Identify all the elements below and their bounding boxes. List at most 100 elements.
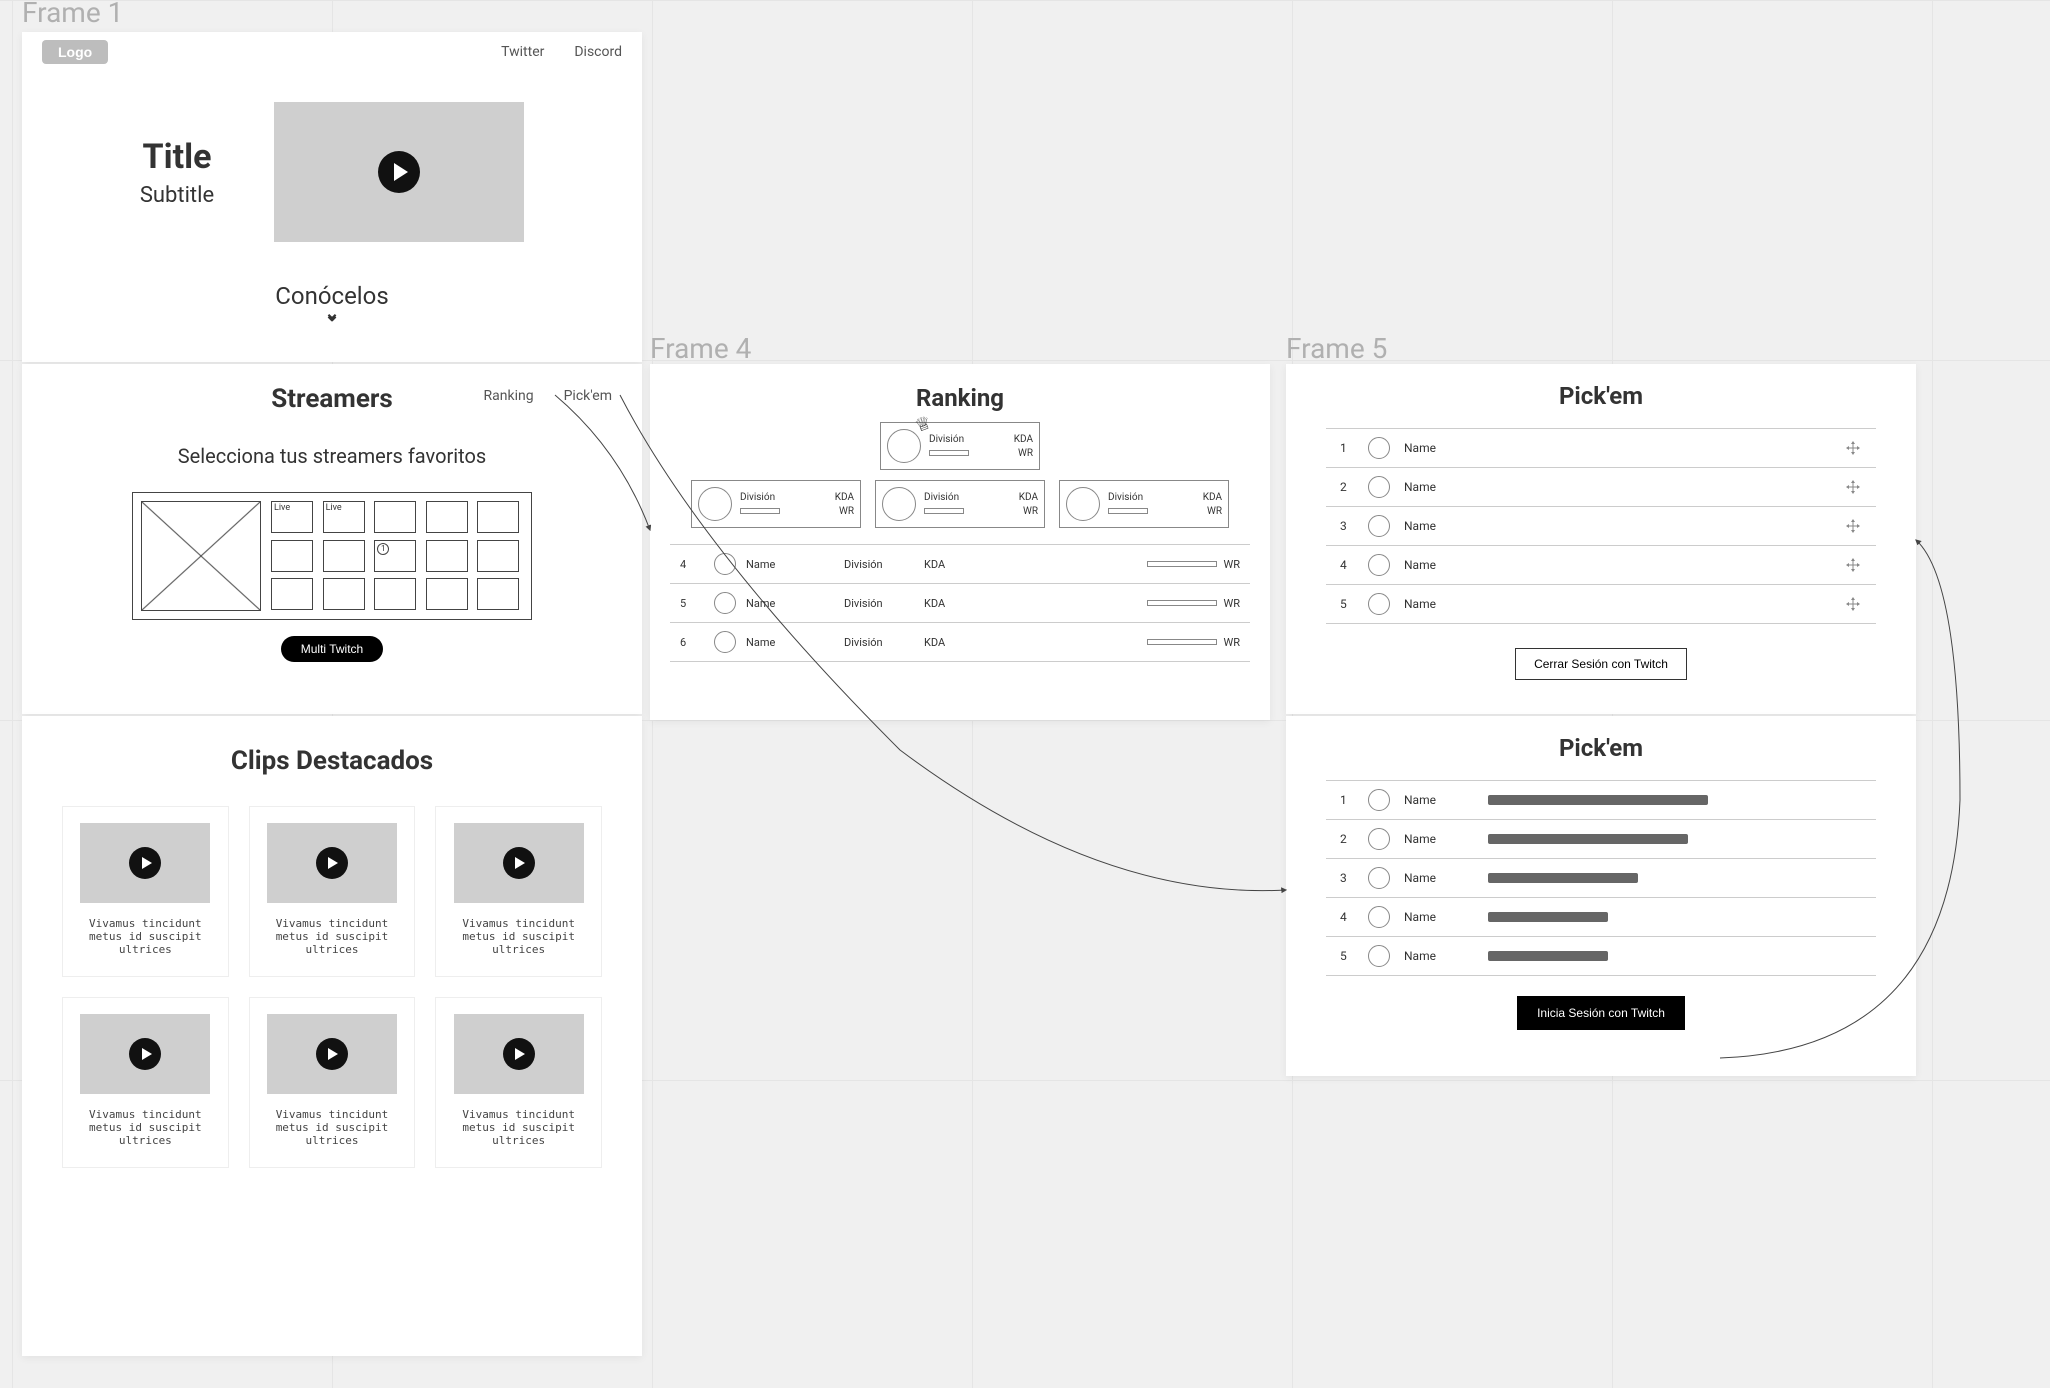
thumb[interactable] <box>477 578 519 610</box>
pickem-row[interactable]: 1 Name <box>1326 429 1876 468</box>
avatar <box>1368 437 1390 459</box>
clip-caption: Vivamus tincidunt metus id suscipit ultr… <box>63 1104 228 1151</box>
clip-card[interactable]: Vivamus tincidunt metus id suscipit ultr… <box>249 997 416 1168</box>
frame-3: Clips Destacados Vivamus tincidunt metus… <box>22 716 642 1356</box>
avatar <box>1368 906 1390 928</box>
hero-title: Title <box>140 137 214 177</box>
link-ranking[interactable]: Ranking <box>484 388 534 404</box>
avatar <box>1368 476 1390 498</box>
multi-twitch-button[interactable]: Multi Twitch <box>281 636 383 662</box>
link-pickem[interactable]: Pick'em <box>564 388 612 404</box>
score-bar <box>1488 795 1708 805</box>
rank-row[interactable]: 6 Name División KDA WR <box>670 623 1250 662</box>
move-icon[interactable] <box>1844 556 1862 574</box>
play-icon <box>503 1038 535 1070</box>
pick-name: Name <box>1404 793 1464 807</box>
wr-label: WR <box>1023 506 1038 517</box>
clip-caption: Vivamus tincidunt metus id suscipit ultr… <box>250 1104 415 1151</box>
kda-label: KDA <box>1203 492 1222 503</box>
pick-position: 3 <box>1340 519 1354 533</box>
clip-thumb <box>80 823 210 903</box>
clip-card[interactable]: Vivamus tincidunt metus id suscipit ultr… <box>62 997 229 1168</box>
pick-name: Name <box>1404 480 1464 494</box>
frame-4: Ranking ♕ División KDA WR DivisiónKDA WR… <box>650 364 1270 720</box>
pickem-row: 3 Name <box>1326 859 1876 898</box>
progress-bar <box>740 508 780 514</box>
rank-card[interactable]: DivisiónKDA WR <box>691 480 861 528</box>
frame-6: Pick'em 1 Name 2 Name 3 Name 4 Name 5 Na… <box>1286 716 1916 1076</box>
streamers-title: Streamers <box>271 384 392 414</box>
wr-label: WR <box>1223 597 1240 610</box>
pick-position: 5 <box>1340 949 1354 963</box>
kda-label: KDA <box>1014 434 1033 445</box>
rank-top-card[interactable]: División KDA WR <box>880 422 1040 470</box>
chevron-down-icon[interactable]: ⌄⌄ <box>22 310 642 320</box>
move-icon[interactable] <box>1844 439 1862 457</box>
rank-row[interactable]: 5 Name División KDA WR <box>670 584 1250 623</box>
move-icon[interactable] <box>1844 478 1862 496</box>
frame-label-1: Frame 1 <box>22 0 123 29</box>
thumb[interactable] <box>426 501 468 533</box>
hero-subtitle: Subtitle <box>140 183 214 208</box>
thumb[interactable] <box>426 578 468 610</box>
pickem-row: 4 Name <box>1326 898 1876 937</box>
thumb[interactable] <box>323 540 365 572</box>
thumb[interactable] <box>374 578 416 610</box>
pick-name: Name <box>1404 910 1464 924</box>
pickem-row[interactable]: 2 Name <box>1326 468 1876 507</box>
clip-card[interactable]: Vivamus tincidunt metus id suscipit ultr… <box>249 806 416 977</box>
thumb[interactable] <box>271 540 313 572</box>
thumb[interactable] <box>426 540 468 572</box>
wr-label: WR <box>1207 506 1222 517</box>
thumb[interactable] <box>477 501 519 533</box>
rank-row[interactable]: 4 Name División KDA WR <box>670 545 1250 584</box>
clip-card[interactable]: Vivamus tincidunt metus id suscipit ultr… <box>435 806 602 977</box>
thumb-live[interactable]: Live <box>323 501 365 533</box>
play-icon <box>129 847 161 879</box>
move-icon[interactable] <box>1844 595 1862 613</box>
pickem-row[interactable]: 4 Name <box>1326 546 1876 585</box>
clip-card[interactable]: Vivamus tincidunt metus id suscipit ultr… <box>62 806 229 977</box>
pickem-row: 1 Name <box>1326 781 1876 820</box>
thumb[interactable]: 1 <box>374 540 416 572</box>
link-twitter[interactable]: Twitter <box>501 44 544 60</box>
avatar <box>1368 554 1390 576</box>
video-placeholder[interactable] <box>274 102 524 242</box>
avatar <box>1368 867 1390 889</box>
progress-bar <box>1147 639 1217 645</box>
kda-label: KDA <box>835 492 854 503</box>
thumb[interactable] <box>477 540 519 572</box>
rank-position: 4 <box>680 558 694 571</box>
login-twitch-button[interactable]: Inicia Sesión con Twitch <box>1517 996 1685 1030</box>
pickem-row[interactable]: 3 Name <box>1326 507 1876 546</box>
division-label: División <box>929 434 964 445</box>
logo-button[interactable]: Logo <box>42 40 108 64</box>
wr-label: WR <box>1223 558 1240 571</box>
pick-position: 5 <box>1340 597 1354 611</box>
pick-position: 2 <box>1340 480 1354 494</box>
pickem-row[interactable]: 5 Name <box>1326 585 1876 624</box>
pickem-title: Pick'em <box>1286 364 1916 410</box>
pickem-row: 2 Name <box>1326 820 1876 859</box>
thumb-live[interactable]: Live <box>271 501 313 533</box>
thumb[interactable] <box>323 578 365 610</box>
pickem-row: 5 Name <box>1326 937 1876 976</box>
avatar <box>882 487 916 521</box>
link-discord[interactable]: Discord <box>574 44 622 60</box>
rank-card[interactable]: DivisiónKDA WR <box>875 480 1045 528</box>
clip-thumb <box>267 823 397 903</box>
featured-thumb[interactable] <box>141 501 261 611</box>
thumb[interactable] <box>271 578 313 610</box>
move-icon[interactable] <box>1844 517 1862 535</box>
pick-name: Name <box>1404 441 1464 455</box>
clip-card[interactable]: Vivamus tincidunt metus id suscipit ultr… <box>435 997 602 1168</box>
logout-twitch-button[interactable]: Cerrar Sesión con Twitch <box>1515 648 1687 680</box>
pick-name: Name <box>1404 871 1464 885</box>
progress-bar <box>924 508 964 514</box>
thumb[interactable] <box>374 501 416 533</box>
play-icon <box>503 847 535 879</box>
rank-card[interactable]: DivisiónKDA WR <box>1059 480 1229 528</box>
progress-bar <box>1147 600 1217 606</box>
ranking-title: Ranking <box>650 364 1270 412</box>
clip-caption: Vivamus tincidunt metus id suscipit ultr… <box>436 1104 601 1151</box>
